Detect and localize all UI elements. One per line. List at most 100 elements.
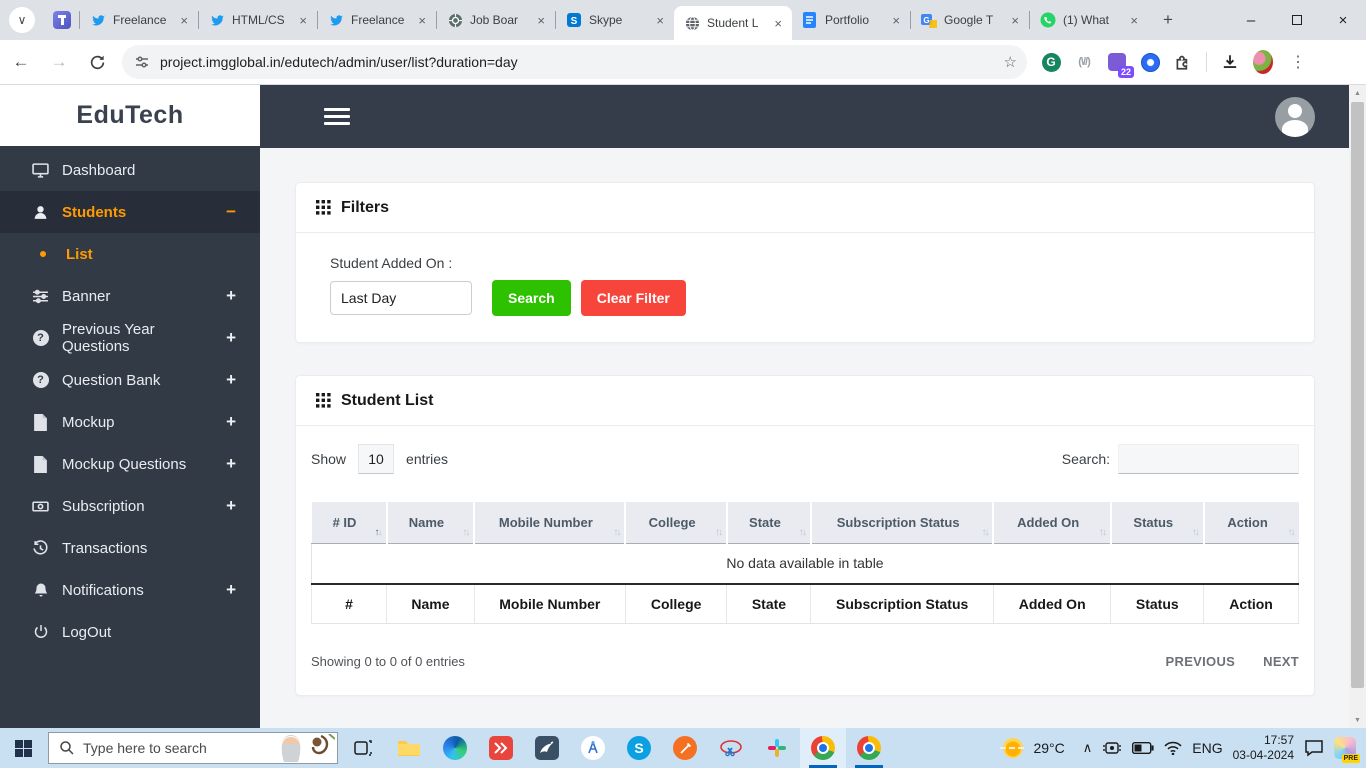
- sidebar-item-mockup[interactable]: Mockup +: [0, 401, 260, 443]
- purple-extension-icon[interactable]: 22: [1107, 52, 1134, 78]
- table-search-input[interactable]: [1118, 444, 1299, 474]
- tab-close-icon[interactable]: ×: [178, 13, 190, 28]
- expand-icon[interactable]: +: [226, 496, 236, 516]
- expand-icon[interactable]: +: [226, 580, 236, 600]
- battery-icon[interactable]: [1132, 742, 1154, 754]
- language-indicator[interactable]: ENG: [1192, 740, 1222, 756]
- slack-button[interactable]: [754, 728, 800, 768]
- sidebar-item-transactions[interactable]: Transactions: [0, 527, 260, 569]
- scrollbar-thumb[interactable]: [1351, 102, 1364, 688]
- tab-portfolio[interactable]: Portfolio ×: [792, 0, 910, 40]
- column-header-college[interactable]: College ↑↓: [625, 502, 728, 544]
- chrome-window-2-button[interactable]: [846, 728, 892, 768]
- bookmark-star-icon[interactable]: ☆: [1004, 53, 1017, 71]
- tab-close-icon[interactable]: ×: [1128, 13, 1140, 28]
- tab-close-icon[interactable]: ×: [416, 13, 428, 28]
- expand-icon[interactable]: +: [226, 286, 236, 306]
- scroll-up-icon[interactable]: ▲: [1349, 85, 1366, 101]
- compass-app-button[interactable]: [570, 728, 616, 768]
- column-header-action[interactable]: Action ↑↓: [1203, 502, 1299, 544]
- task-view-button[interactable]: [340, 728, 386, 768]
- tab-close-icon[interactable]: ×: [1009, 13, 1021, 28]
- browser-menu-icon[interactable]: ⋮: [1286, 52, 1318, 72]
- column-header-state[interactable]: State ↑↓: [726, 502, 812, 544]
- student-added-on-input[interactable]: [330, 281, 472, 315]
- downloads-icon[interactable]: [1220, 52, 1240, 72]
- file-explorer-button[interactable]: [386, 728, 432, 768]
- restore-button[interactable]: [1274, 0, 1320, 40]
- page-size-input[interactable]: [358, 444, 395, 474]
- expand-icon[interactable]: +: [226, 454, 236, 474]
- column-header-status[interactable]: Status ↑↓: [1110, 502, 1205, 544]
- tab-freelance-2[interactable]: Freelance ×: [318, 0, 436, 40]
- sidebar-item-banner[interactable]: Banner +: [0, 275, 260, 317]
- sidebar-item-previous-year-questions[interactable]: ? Previous Year Questions +: [0, 317, 260, 359]
- tab-jobboard[interactable]: Job Boar ×: [437, 0, 555, 40]
- red-app-button[interactable]: [478, 728, 524, 768]
- clock[interactable]: 17:57 03-04-2024: [1233, 733, 1294, 763]
- tab-close-icon[interactable]: ×: [772, 16, 784, 31]
- sidebar-item-students[interactable]: Students −: [0, 191, 260, 233]
- tray-chevron-icon[interactable]: ∧: [1083, 740, 1093, 756]
- collapse-icon[interactable]: −: [226, 202, 236, 222]
- skype-button[interactable]: S: [616, 728, 662, 768]
- minimize-button[interactable]: –: [1228, 0, 1274, 40]
- temperature[interactable]: 29°C: [1033, 740, 1064, 756]
- clear-filter-button[interactable]: Clear Filter: [580, 280, 686, 316]
- taskbar-search[interactable]: [48, 732, 338, 764]
- tab-freelance-1[interactable]: Freelance ×: [80, 0, 198, 40]
- wave-extension-icon[interactable]: (\//): [1074, 52, 1094, 72]
- column-header-mobile[interactable]: Mobile Number ↑↓: [474, 502, 627, 544]
- user-avatar[interactable]: [1275, 96, 1315, 137]
- column-header-subscription[interactable]: Subscription Status ↑↓: [810, 502, 995, 544]
- tab-close-icon[interactable]: ×: [890, 13, 902, 28]
- page-scrollbar[interactable]: ▲ ▼: [1349, 85, 1366, 728]
- profile-avatar[interactable]: [1253, 50, 1273, 74]
- mysql-workbench-button[interactable]: [524, 728, 570, 768]
- sidebar-item-subscription[interactable]: Subscription +: [0, 485, 260, 527]
- cast-icon[interactable]: [1102, 740, 1122, 756]
- postman-button[interactable]: [662, 728, 708, 768]
- close-button[interactable]: ×: [1320, 0, 1366, 40]
- sidebar-item-notifications[interactable]: Notifications +: [0, 569, 260, 611]
- scroll-down-icon[interactable]: ▼: [1349, 712, 1366, 728]
- column-header-name[interactable]: Name ↑↓: [386, 502, 476, 544]
- start-button[interactable]: [0, 728, 46, 768]
- tab-student-list-active[interactable]: Student L ×: [674, 6, 792, 40]
- sidebar-item-mockup-questions[interactable]: Mockup Questions +: [0, 443, 260, 485]
- site-settings-icon[interactable]: [134, 54, 150, 70]
- notification-center-icon[interactable]: [1304, 739, 1324, 757]
- tab-google-translate[interactable]: G Google T ×: [911, 0, 1029, 40]
- tab-close-icon[interactable]: ×: [654, 13, 666, 28]
- tab-whatsapp[interactable]: (1) What ×: [1030, 0, 1148, 40]
- sidebar-item-logout[interactable]: LogOut: [0, 611, 260, 653]
- wifi-icon[interactable]: [1164, 741, 1182, 755]
- sidebar-item-question-bank[interactable]: ? Question Bank +: [0, 359, 260, 401]
- column-header-id[interactable]: # ID ↑↓: [311, 502, 388, 544]
- copilot-icon[interactable]: PRE: [1334, 737, 1360, 763]
- extensions-puzzle-icon[interactable]: [1173, 52, 1193, 72]
- tab-close-icon[interactable]: ×: [535, 13, 547, 28]
- grammarly-extension-icon[interactable]: G: [1041, 52, 1061, 72]
- edge-button[interactable]: [432, 728, 478, 768]
- blue-extension-icon[interactable]: [1140, 52, 1160, 72]
- pinned-tab-teams[interactable]: [45, 3, 79, 37]
- snipping-tool-button[interactable]: [708, 728, 754, 768]
- expand-icon[interactable]: +: [226, 412, 236, 432]
- tab-skype[interactable]: S Skype ×: [556, 0, 674, 40]
- reload-button[interactable]: [80, 45, 114, 79]
- forward-button[interactable]: →: [42, 45, 76, 79]
- expand-icon[interactable]: +: [226, 328, 236, 348]
- sidebar-item-dashboard[interactable]: Dashboard: [0, 149, 260, 191]
- tab-close-icon[interactable]: ×: [297, 13, 309, 28]
- search-button[interactable]: Search: [492, 280, 571, 316]
- next-button[interactable]: NEXT: [1263, 654, 1299, 669]
- chrome-window-1-button[interactable]: [800, 728, 846, 768]
- url-text[interactable]: project.imgglobal.in/edutech/admin/user/…: [160, 54, 1004, 70]
- previous-button[interactable]: PREVIOUS: [1166, 654, 1236, 669]
- sidebar-item-students-list[interactable]: List: [0, 233, 260, 275]
- tab-htmlcss[interactable]: HTML/CS ×: [199, 0, 317, 40]
- column-header-added-on[interactable]: Added On ↑↓: [993, 502, 1112, 544]
- hamburger-menu-icon[interactable]: [324, 104, 350, 129]
- expand-icon[interactable]: +: [226, 370, 236, 390]
